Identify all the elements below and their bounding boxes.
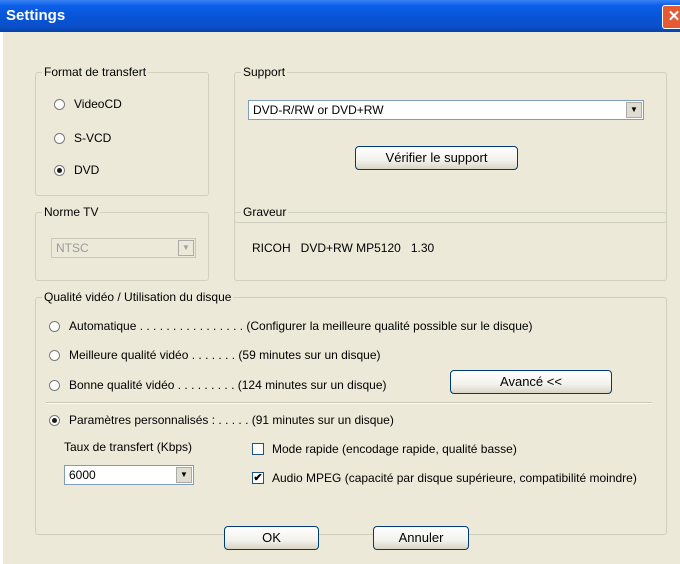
tv-norm-legend: Norme TV	[42, 205, 101, 219]
close-button[interactable]: ✕	[662, 5, 680, 29]
cancel-button[interactable]: Annuler	[373, 526, 469, 550]
fast-mode-checkbox[interactable]	[252, 443, 264, 455]
quality-separator	[46, 402, 652, 404]
radio-svcd[interactable]: S-VCD	[54, 131, 111, 145]
radio-good-quality-label: Bonne qualité vidéo . . . . . . . . . (1…	[69, 378, 387, 392]
radio-best-quality-button[interactable]	[49, 349, 60, 361]
radio-videocd-button[interactable]	[54, 98, 65, 110]
chevron-down-icon[interactable]: ▼	[626, 102, 642, 118]
title-bar[interactable]: Settings ✕	[0, 0, 680, 32]
radio-automatic-label: Automatique . . . . . . . . . . . . . . …	[69, 319, 533, 333]
radio-best-quality[interactable]: Meilleure qualité vidéo . . . . . . . (5…	[49, 348, 380, 362]
ok-button[interactable]: OK	[224, 526, 319, 550]
radio-custom-settings-label: Paramètres personnalisés : . . . . . (91…	[69, 413, 394, 427]
verify-support-button[interactable]: Vérifier le support	[355, 146, 518, 170]
fast-mode-label: Mode rapide (encodage rapide, qualité ba…	[272, 442, 517, 456]
radio-best-quality-label: Meilleure qualité vidéo . . . . . . . (5…	[69, 348, 381, 362]
radio-dvd-label: DVD	[74, 163, 100, 177]
bitrate-label: Taux de transfert (Kbps)	[64, 440, 193, 454]
advanced-button[interactable]: Avancé <<	[450, 370, 612, 394]
radio-automatic-button[interactable]	[49, 320, 60, 332]
support-group: Support DVD-R/RW or DVD+RW ▼ Vérifier le…	[234, 65, 667, 223]
support-legend: Support	[241, 65, 288, 79]
radio-dvd[interactable]: DVD	[54, 163, 99, 177]
format-group: Format de transfert VideoCD S-VCD DVD	[35, 65, 209, 196]
radio-dvd-button[interactable]	[54, 164, 65, 176]
mpeg-audio-option[interactable]: ✔ Audio MPEG (capacité par disque supéri…	[252, 471, 637, 485]
chevron-down-icon[interactable]: ▼	[176, 467, 192, 483]
tv-norm-group: Norme TV NTSC ▼	[35, 205, 209, 281]
bitrate-select-value: 6000	[69, 468, 96, 482]
burner-group: Graveur RICOH DVD+RW MP5120 1.30	[234, 205, 667, 281]
window-title: Settings	[6, 7, 66, 24]
radio-svcd-label: S-VCD	[74, 131, 112, 145]
quality-group: Qualité vidéo / Utilisation du disque Au…	[35, 290, 667, 535]
dialog-body: Format de transfert VideoCD S-VCD DVD Su…	[3, 32, 680, 564]
radio-automatic[interactable]: Automatique . . . . . . . . . . . . . . …	[49, 319, 533, 333]
bitrate-select[interactable]: 6000 ▼	[64, 465, 194, 485]
radio-custom-settings[interactable]: Paramètres personnalisés : . . . . . (91…	[49, 413, 394, 427]
support-select-value: DVD-R/RW or DVD+RW	[253, 103, 384, 117]
radio-good-quality[interactable]: Bonne qualité vidéo . . . . . . . . . (1…	[49, 378, 387, 392]
format-legend: Format de transfert	[42, 65, 149, 79]
settings-window: Settings ✕ Format de transfert VideoCD S…	[0, 0, 680, 564]
radio-svcd-button[interactable]	[54, 132, 65, 144]
mpeg-audio-checkbox[interactable]: ✔	[252, 472, 264, 484]
mpeg-audio-label: Audio MPEG (capacité par disque supérieu…	[272, 471, 637, 485]
close-icon: ✕	[667, 8, 680, 25]
chevron-down-icon: ▼	[178, 240, 194, 256]
quality-legend: Qualité vidéo / Utilisation du disque	[42, 290, 234, 304]
tv-norm-select-value: NTSC	[56, 241, 89, 255]
burner-legend: Graveur	[241, 205, 289, 219]
radio-videocd-label: VideoCD	[74, 97, 122, 111]
radio-good-quality-button[interactable]	[49, 379, 60, 391]
radio-videocd[interactable]: VideoCD	[54, 97, 122, 111]
radio-custom-settings-button[interactable]	[49, 414, 60, 426]
burner-name: RICOH DVD+RW MP5120 1.30	[252, 241, 435, 255]
support-select[interactable]: DVD-R/RW or DVD+RW ▼	[248, 100, 644, 120]
fast-mode-option[interactable]: Mode rapide (encodage rapide, qualité ba…	[252, 442, 517, 456]
tv-norm-select[interactable]: NTSC ▼	[51, 238, 196, 258]
